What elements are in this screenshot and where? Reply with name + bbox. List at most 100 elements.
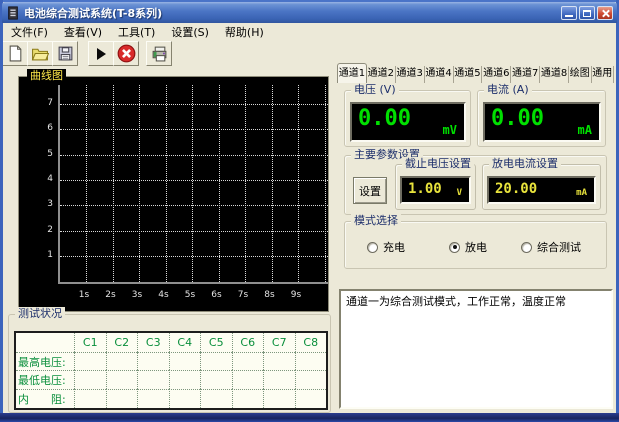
discharge-current-display: 20.00 mA — [487, 176, 596, 204]
menu-bar: 文件(F)查看(V)工具(T)设置(S)帮助(H) — [3, 24, 616, 40]
current-display: 0.00 mA — [483, 102, 601, 142]
close-button[interactable] — [597, 6, 613, 20]
open-folder-icon — [31, 45, 49, 62]
tab-5[interactable]: 通道5 — [454, 66, 483, 83]
mode-option-1[interactable]: 充电 — [367, 239, 405, 255]
x-tick-label: 9s — [283, 290, 309, 300]
tab-10[interactable]: 通用 — [592, 66, 615, 83]
current-unit: mA — [578, 123, 592, 137]
status-table: C1C2C3C4C5C6C7C8最高电压:最低电压:内 阻: — [14, 331, 328, 410]
table-cell — [263, 389, 295, 408]
tab-8[interactable]: 通道8 — [540, 66, 569, 83]
discharge-current-unit: mA — [576, 188, 587, 198]
table-corner-cell — [16, 333, 74, 352]
window-title: 电池综合测试系统(T-8系列) — [24, 5, 559, 21]
minimize-button[interactable] — [561, 6, 577, 20]
tab-1[interactable]: 通道1 — [337, 63, 367, 83]
table-cell — [137, 352, 169, 371]
voltage-group-label: 电压 (V) — [351, 83, 399, 97]
table-cell — [263, 352, 295, 371]
start-button[interactable] — [88, 41, 114, 66]
column-header: C7 — [263, 333, 295, 352]
gridline-vertical — [166, 85, 167, 282]
tab-3[interactable]: 通道3 — [396, 66, 425, 83]
mode-group: 模式选择 充电放电综合测试 — [344, 221, 607, 269]
gridline-vertical — [139, 85, 140, 282]
x-tick-label: 1s — [71, 290, 97, 300]
table-cell — [74, 370, 106, 389]
new-file-icon — [7, 45, 24, 62]
print-button[interactable] — [146, 41, 172, 66]
chart-title: 曲线图 — [27, 69, 66, 83]
radio-icon[interactable] — [521, 242, 532, 253]
column-header: C2 — [106, 333, 138, 352]
window-border-bottom — [0, 413, 619, 422]
mode-option-label: 综合测试 — [537, 239, 581, 255]
discharge-current-value: 20.00 — [495, 181, 537, 197]
mode-option-2[interactable]: 放电 — [449, 239, 487, 255]
y-tick-label: 1 — [27, 250, 53, 260]
tab-2[interactable]: 通道2 — [367, 66, 396, 83]
y-tick-label: 7 — [27, 98, 53, 108]
set-button[interactable]: 设置 — [353, 177, 387, 204]
menu-item-3[interactable]: 工具(T) — [110, 24, 163, 40]
status-message-text: 通道一为综合测试模式，工作正常，温度正常 — [346, 295, 566, 308]
table-cell — [295, 389, 327, 408]
printer-icon — [150, 45, 169, 62]
table-cell — [200, 352, 232, 371]
radio-icon[interactable] — [367, 242, 378, 253]
x-tick-label: 7s — [230, 290, 256, 300]
x-tick-label: 2s — [98, 290, 124, 300]
table-cell — [263, 370, 295, 389]
voltage-value: 0.00 — [358, 106, 411, 131]
menu-item-4[interactable]: 设置(S) — [163, 24, 217, 40]
test-status-group: 测试状况 C1C2C3C4C5C6C7C8最高电压:最低电压:内 阻: — [8, 314, 331, 413]
tab-bar: 通道1通道2通道3通道4通道5通道6通道7通道8绘图通用 — [337, 63, 614, 83]
mode-group-label: 模式选择 — [351, 214, 401, 228]
cutoff-voltage-label: 截止电压设置 — [402, 157, 474, 171]
table-cell — [106, 389, 138, 408]
save-button[interactable] — [52, 41, 78, 66]
voltage-group: 电压 (V) 0.00 mV — [344, 90, 471, 147]
y-tick-label: 2 — [27, 225, 53, 235]
title-bar[interactable]: 电池综合测试系统(T-8系列) — [2, 2, 617, 23]
menu-item-5[interactable]: 帮助(H) — [217, 24, 272, 40]
minimize-icon — [565, 15, 573, 17]
menu-item-2[interactable]: 查看(V) — [56, 24, 110, 40]
tab-7[interactable]: 通道7 — [511, 66, 540, 83]
mode-option-label: 充电 — [383, 239, 405, 255]
column-header: C1 — [74, 333, 106, 352]
new-file-button[interactable] — [2, 41, 28, 66]
tab-9[interactable]: 绘图 — [569, 66, 592, 83]
plot-area — [58, 85, 328, 284]
maximize-button[interactable] — [579, 6, 595, 20]
menu-item-1[interactable]: 文件(F) — [3, 24, 56, 40]
gridline-vertical — [219, 85, 220, 282]
y-tick-label: 5 — [27, 149, 53, 159]
table-cell — [106, 352, 138, 371]
gridline-vertical — [272, 85, 273, 282]
y-tick-label: 6 — [27, 123, 53, 133]
gridline-vertical — [245, 85, 246, 282]
chart-panel: 曲线图 1s2s3s4s5s6s7s8s9s7654321 — [18, 76, 329, 312]
x-tick-label: 8s — [257, 290, 283, 300]
open-file-button[interactable] — [27, 41, 53, 66]
radio-icon[interactable] — [449, 242, 460, 253]
table-cell — [169, 370, 201, 389]
tab-4[interactable]: 通道4 — [425, 66, 454, 83]
gridline-vertical — [325, 85, 326, 282]
tab-6[interactable]: 通道6 — [482, 66, 511, 83]
params-group: 主要参数设置 设置 截止电压设置 1.00 V 放电电流设置 20.00 mA — [344, 155, 607, 215]
x-tick-label: 5s — [177, 290, 203, 300]
discharge-current-label: 放电电流设置 — [489, 157, 561, 171]
status-message-box[interactable]: 通道一为综合测试模式，工作正常，温度正常 — [339, 289, 613, 409]
column-header: C3 — [137, 333, 169, 352]
mode-option-3[interactable]: 综合测试 — [521, 239, 581, 255]
current-group: 电流 (A) 0.00 mA — [477, 90, 606, 147]
table-cell — [295, 370, 327, 389]
y-tick-label: 4 — [27, 174, 53, 184]
voltage-unit: mV — [443, 123, 457, 137]
table-cell — [232, 370, 264, 389]
gridline-horizontal — [60, 155, 328, 156]
stop-button[interactable] — [113, 41, 139, 66]
